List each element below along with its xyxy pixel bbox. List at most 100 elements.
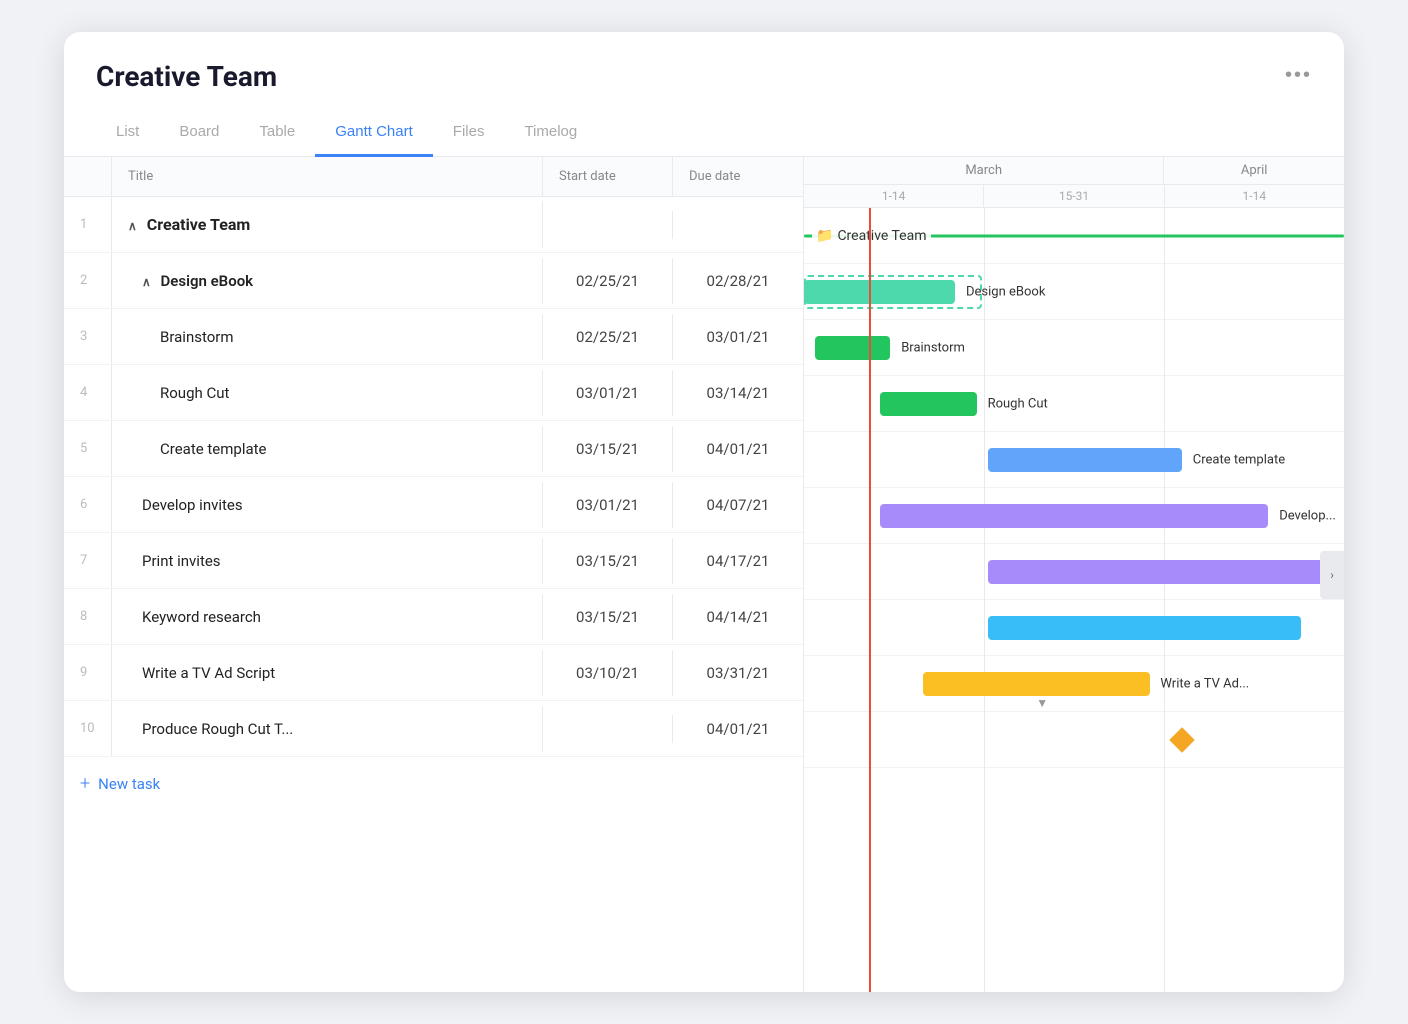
gantt-bar-keyword-research[interactable]: [988, 616, 1301, 640]
gantt-bar-design-ebook[interactable]: [804, 280, 955, 304]
gantt-row-1: 📁 Creative Team: [804, 208, 1344, 264]
table-row: 3 Brainstorm 02/25/21 03/01/21: [64, 309, 803, 365]
table-row: 9 Write a TV Ad Script 03/10/21 03/31/21: [64, 645, 803, 701]
row-due-date: 04/01/21: [673, 706, 803, 752]
page-title: Creative Team: [96, 60, 277, 93]
gantt-diamond-milestone[interactable]: [1169, 727, 1194, 752]
row-num: 1: [64, 197, 112, 252]
row-title[interactable]: Rough Cut: [112, 370, 543, 416]
gantt-bar-label-design-ebook: Design eBook: [966, 284, 1045, 299]
tab-timelog[interactable]: Timelog: [504, 113, 597, 157]
row-start-date: [543, 211, 673, 239]
gantt-bar-rough-cut[interactable]: [880, 392, 977, 416]
row-due-date: 03/01/21: [673, 314, 803, 360]
header: Creative Team ••• List Board Table Gantt…: [64, 32, 1344, 157]
table-row: 5 Create template 03/15/21 04/01/21: [64, 421, 803, 477]
row-start-date: 03/15/21: [543, 426, 673, 472]
table-row: 8 Keyword research 03/15/21 04/14/21: [64, 589, 803, 645]
folder-icon: 📁: [816, 228, 833, 244]
more-options-button[interactable]: •••: [1285, 64, 1312, 87]
table-row: 2 ∧ Design eBook 02/25/21 02/28/21: [64, 253, 803, 309]
gantt-group-label: 📁 Creative Team: [812, 226, 931, 246]
left-table: Title Start date Due date 1 ∧ Creative T…: [64, 157, 804, 992]
gantt-row-8: [804, 600, 1344, 656]
row-num: 7: [64, 533, 112, 588]
th-due: Due date: [673, 157, 803, 196]
gantt-period-1: 1-14: [804, 185, 984, 207]
row-start-date: 03/15/21: [543, 538, 673, 584]
row-start-date: [543, 715, 673, 743]
new-task-row[interactable]: + New task: [64, 757, 803, 810]
th-num: [64, 157, 112, 196]
th-title: Title: [112, 157, 543, 196]
collapse-icon[interactable]: ∧: [142, 275, 151, 289]
row-due-date: 03/31/21: [673, 650, 803, 696]
tab-list[interactable]: List: [96, 113, 159, 157]
gantt-bar-label-create-template: Create template: [1193, 452, 1285, 467]
row-num: 4: [64, 365, 112, 420]
gantt-bar-print-invites[interactable]: [988, 560, 1344, 584]
row-num: 10: [64, 701, 112, 756]
table-body: 1 ∧ Creative Team 2 ∧ Design eBook 02/: [64, 197, 803, 992]
table-row: 7 Print invites 03/15/21 04/17/21: [64, 533, 803, 589]
row-num: 8: [64, 589, 112, 644]
gantt-row-2: Design eBook: [804, 264, 1344, 320]
row-due-date: 03/14/21: [673, 370, 803, 416]
chevron-right-icon: ›: [1330, 568, 1334, 582]
gantt-period-3: 1-14: [1165, 185, 1344, 207]
row-title[interactable]: Develop invites: [112, 482, 543, 528]
gantt-months: March April: [804, 157, 1344, 185]
row-title[interactable]: ∧ Design eBook: [112, 258, 543, 304]
gantt-row-3: Brainstorm: [804, 320, 1344, 376]
gantt-bar-create-template[interactable]: [988, 448, 1182, 472]
gantt-wrapper: Title Start date Due date 1 ∧ Creative T…: [64, 157, 1344, 992]
gantt-row-7: [804, 544, 1344, 600]
dependency-arrow-down: ▼: [1036, 696, 1048, 710]
row-title[interactable]: Keyword research: [112, 594, 543, 640]
row-title[interactable]: Create template: [112, 426, 543, 472]
collapse-icon[interactable]: ∧: [128, 219, 137, 233]
table-header: Title Start date Due date: [64, 157, 803, 197]
row-due-date: 02/28/21: [673, 258, 803, 304]
gantt-scroll-right-button[interactable]: ›: [1320, 551, 1344, 599]
th-start: Start date: [543, 157, 673, 196]
table-row: 6 Develop invites 03/01/21 04/07/21: [64, 477, 803, 533]
row-due-date: [673, 211, 803, 239]
tab-files[interactable]: Files: [433, 113, 505, 157]
gantt-month-march: March: [804, 157, 1164, 184]
gantt-row-10: [804, 712, 1344, 768]
row-start-date: 03/01/21: [543, 370, 673, 416]
plus-icon: +: [80, 773, 90, 794]
gantt-bar-label-rough-cut: Rough Cut: [988, 396, 1048, 411]
row-title[interactable]: Print invites: [112, 538, 543, 584]
gantt-row-newtask: [804, 768, 1344, 824]
row-num: 3: [64, 309, 112, 364]
gantt-row-4: Rough Cut: [804, 376, 1344, 432]
row-due-date: 04/14/21: [673, 594, 803, 640]
row-title[interactable]: Produce Rough Cut T...: [112, 706, 543, 752]
row-due-date: 04/07/21: [673, 482, 803, 528]
row-title[interactable]: Write a TV Ad Script: [112, 650, 543, 696]
gantt-period-2: 15-31: [984, 185, 1164, 207]
gantt-periods: 1-14 15-31 1-14: [804, 185, 1344, 207]
new-task-label[interactable]: New task: [98, 775, 160, 793]
tab-table[interactable]: Table: [239, 113, 315, 157]
row-due-date: 04/01/21: [673, 426, 803, 472]
gantt-bar-label-tv-ad: Write a TV Ad...: [1160, 676, 1249, 691]
row-num: 6: [64, 477, 112, 532]
tabs-nav: List Board Table Gantt Chart Files Timel…: [64, 113, 1344, 157]
gantt-bar-tv-ad[interactable]: [923, 672, 1150, 696]
gantt-bar-develop-invites[interactable]: [880, 504, 1269, 528]
gantt-bar-brainstorm[interactable]: [815, 336, 891, 360]
gantt-row-6: Develop...: [804, 488, 1344, 544]
gantt-header: March April 1-14 15-31 1-14: [804, 157, 1344, 208]
table-row: 4 Rough Cut 03/01/21 03/14/21: [64, 365, 803, 421]
row-title[interactable]: ∧ Creative Team: [112, 201, 543, 248]
gantt-bar-label-brainstorm: Brainstorm: [901, 340, 965, 355]
row-num: 2: [64, 253, 112, 308]
tab-board[interactable]: Board: [159, 113, 239, 157]
table-row: 1 ∧ Creative Team: [64, 197, 803, 253]
tab-gantt[interactable]: Gantt Chart: [315, 113, 433, 157]
row-title[interactable]: Brainstorm: [112, 314, 543, 360]
gantt-row-9: Write a TV Ad... ▼: [804, 656, 1344, 712]
